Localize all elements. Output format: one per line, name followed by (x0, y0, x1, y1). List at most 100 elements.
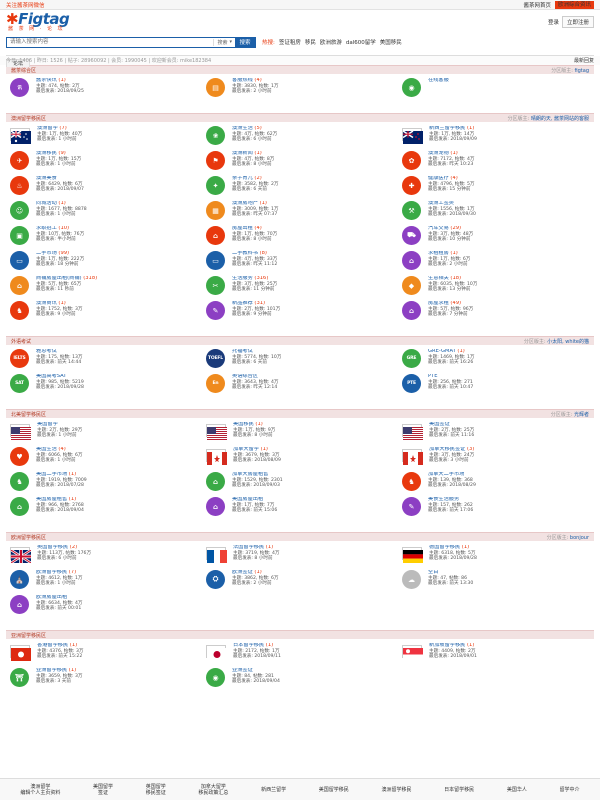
board-name[interactable]: 美食生活服务 (428, 497, 459, 502)
board-last-post[interactable]: 最后发表: 1 小时前 (36, 581, 83, 587)
forum-board[interactable]: ♨ 澳洲美食 主题: 6429, 帖数: 6万 最后发表: 2018/09/07 (6, 172, 202, 197)
footer-link[interactable]: 美国留学移民 (319, 787, 349, 793)
board-name[interactable]: 二手市场 (36, 251, 57, 256)
board-last-post[interactable]: 最后发表: 6 天前 (232, 187, 279, 193)
forum-board[interactable]: SAT 美国高考SAT 主题: 985, 帖数: 5219 最后发表: 2018/09… (6, 370, 202, 395)
board-last-post[interactable]: 最后发表: 11 分钟前 (232, 287, 277, 293)
board-last-post[interactable]: 最后发表: 2018/09/28 (429, 556, 477, 562)
board-last-post[interactable]: 最后发表: 3 天前 (36, 679, 83, 685)
board-last-post[interactable]: 最后发表: 8 小时前 (232, 162, 274, 168)
footer-link[interactable]: 留学中介 (560, 787, 580, 793)
board-name[interactable]: 法国留学移民 (233, 545, 264, 550)
board-last-post[interactable]: 最后发表: 前天 13:30 (428, 581, 473, 587)
board-last-post[interactable]: 最后发表: 2018/09/09 (429, 137, 477, 143)
board-name[interactable]: 美国签证 (429, 422, 450, 427)
board-last-post[interactable]: 最后发表: 2018/09/04 (36, 508, 84, 514)
forum-board[interactable]: ▭ 二手市场 (99) 主题: 1万, 帖数: 222万 最后发表: 18 分钟前 (6, 247, 202, 272)
footer-link[interactable]: 日本留学移民 (444, 787, 474, 793)
forum-board[interactable]: ⌂ 美国房屋出租 主题: 1万, 帖数: 7万 最后发表: 前天 15:06 (202, 493, 398, 518)
forum-board[interactable]: ◉ 在线客服 (398, 74, 594, 99)
board-name[interactable]: 求职招工 (36, 226, 57, 231)
hot-search-link[interactable]: 美国移民 (380, 38, 402, 46)
forum-board[interactable]: En 英语综合区 主题: 3643, 帖数: 4万 最后发表: 昨天 12:14 (202, 370, 398, 395)
forum-board[interactable]: ☁ 空白 主题: 47, 帖数: 86 最后发表: 前天 13:30 (398, 566, 594, 591)
board-name[interactable]: 新西兰留学移民 (429, 126, 465, 131)
board-name[interactable]: 澳洲留学 (37, 126, 58, 131)
search-button[interactable]: 搜索 (235, 36, 255, 48)
board-name[interactable]: 加拿大留学 (233, 447, 259, 452)
board-last-post[interactable]: 最后发表: 2 小时前 (428, 262, 470, 268)
board-name[interactable]: 亚洲留学移民 (36, 668, 67, 673)
forum-board[interactable]: ⛪ 欧洲留学移民 (7) 主题: 4612, 帖数: 1万 最后发表: 1 小时前 (6, 566, 202, 591)
forum-board[interactable]: 德国留学移民 (1) 主题: 6318, 帖数: 5万 最后发表: 2018/09/… (398, 541, 594, 566)
site-logo[interactable]: ✱Figtag 酱 茶 网 · 论 坛 (6, 12, 70, 32)
board-name[interactable]: 客服热线 (232, 78, 253, 83)
board-name[interactable]: 酱茶快讯 (36, 78, 57, 83)
forum-board[interactable]: ◉ 亚洲签证 主题: 84, 帖数: 281 最后发表: 2018/09/04 (202, 664, 398, 689)
forum-board[interactable]: ⌂ 商铺房屋出租(商铺) (318) 主题: 5万, 帖数: 65万 最后发表: 11… (6, 272, 202, 297)
board-last-post[interactable]: 最后发表: 1 小时前 (36, 458, 83, 464)
board-name[interactable]: 澳洲房地产 (232, 201, 258, 206)
search-type-select[interactable]: 搜索 ▾ (213, 38, 235, 46)
board-last-post[interactable]: 最后发表: 7 分钟前 (428, 312, 473, 318)
board-name[interactable]: 雅思考试 (36, 349, 57, 354)
board-last-post[interactable]: 最后发表: 8 小时前 (233, 433, 275, 439)
footer-link[interactable]: 澳洲留学 编辑个人主页资料 (20, 784, 60, 796)
section-header[interactable]: 欧洲留学移民区 分区版主: bonjour (6, 532, 594, 541)
board-name[interactable]: 商铺房屋出租(商铺) (36, 276, 82, 281)
footer-link[interactable]: 加拿大留学 移民政策汇总 (198, 784, 228, 796)
forum-board[interactable]: PTE PTE 主题: 256, 帖数: 271 最后发表: 前天 10:47 (398, 370, 594, 395)
moderator-link[interactable]: bonjour (570, 535, 589, 541)
board-name[interactable]: 新品推荐 (232, 301, 253, 306)
board-name[interactable]: 英国留学移民 (37, 545, 68, 550)
board-last-post[interactable]: 最后发表: 2018/09/07 (36, 187, 84, 193)
board-last-post[interactable]: 最后发表: 9 小时前 (36, 312, 83, 318)
forum-board[interactable]: 英国留学移民 (2) 主题: 113万, 帖数: 176万 最后发表: 6 小时前 (6, 541, 202, 566)
board-name[interactable]: PTE (428, 374, 438, 379)
forum-board[interactable]: 新加坡留学移民 (1) 主题: 4409, 帖数: 2万 最后发表: 2018/09… (398, 639, 594, 664)
board-last-post[interactable]: 最后发表: 昨天 07:37 (232, 212, 279, 218)
board-name[interactable]: 二手教科书 (232, 251, 258, 256)
section-header[interactable]: 北美留学移民区 分区版主: 光辉者 (6, 409, 594, 418)
forum-board[interactable]: 日本留学移民 (1) 主题: 2172, 帖数: 1万 最后发表: 2018/09/… (202, 639, 398, 664)
board-name[interactable]: 汽车交易 (428, 226, 449, 231)
board-last-post[interactable]: 最后发表: 1 小时前 (36, 162, 81, 168)
board-name[interactable]: 美国二手市场 (36, 472, 67, 477)
board-last-post[interactable]: 最后发表: 前天 15:06 (232, 508, 277, 514)
board-name[interactable]: 加拿大房屋租售 (232, 472, 268, 477)
board-last-post[interactable]: 最后发表: 前天 14:44 (36, 360, 83, 366)
board-last-post[interactable]: 最后发表: 6 小时前 (37, 556, 91, 562)
board-name[interactable]: 生活服务 (232, 276, 253, 281)
section-header[interactable]: 亚洲留学移民区 (6, 630, 594, 639)
board-last-post[interactable]: 最后发表: 18 分钟前 (36, 262, 84, 268)
forum-board[interactable]: ✿ 澳洲宠物 (1) 主题: 7172, 帖数: 4万 最后发表: 昨天 10:23 (398, 147, 594, 172)
board-last-post[interactable]: 最后发表: 2018/09/28 (36, 385, 84, 391)
forum-board[interactable]: ✚ 健康医疗 (4) 主题: 4796, 帖数: 5万 最后发表: 15 分钟前 (398, 172, 594, 197)
board-last-post[interactable]: 最后发表: 8 小时前 (233, 556, 280, 562)
board-last-post[interactable]: 最后发表: 昨天 12:14 (232, 385, 279, 391)
hot-search-link[interactable]: dal600留学 (346, 38, 376, 46)
forum-board[interactable]: 美国留学 主题: 2万, 帖数: 29万 最后发表: 1 小时前 (6, 418, 202, 443)
board-last-post[interactable]: 最后发表: 前天 15:22 (37, 654, 84, 660)
board-name[interactable]: 澳洲商讯 (36, 301, 57, 306)
forum-board[interactable]: ⌂ 房屋求租 (49) 主题: 5万, 帖数: 96万 最后发表: 7 分钟前 (398, 297, 594, 322)
board-last-post[interactable]: 最后发表: 11 秒前 (36, 287, 97, 293)
forum-board[interactable]: ⌂ 房屋出租 (4) 主题: 1万, 帖数: 70万 最后发表: 8 小时前 (202, 222, 398, 247)
forum-board[interactable]: ♞ 美国二手市场 (1) 主题: 1919, 帖数: 7009 最后发表: 2018/… (6, 468, 202, 493)
board-name[interactable]: 生意相关 (428, 276, 449, 281)
forum-board[interactable]: GRE GRE-GMAT (1) 主题: 1469, 帖数: 1万 最后发表: 前天 … (398, 345, 594, 370)
board-last-post[interactable]: 最后发表: 2018/09/30 (428, 212, 476, 218)
board-last-post[interactable]: 最后发表: 2018/08/09 (233, 458, 281, 464)
board-name[interactable]: 托福考试 (232, 349, 253, 354)
board-name[interactable]: 新加坡留学移民 (429, 643, 465, 648)
board-name[interactable]: 在线客服 (428, 78, 449, 83)
hot-search-link[interactable]: 签证租房 (279, 38, 301, 46)
forum-board[interactable]: ▤ 客服热线 (4) 主题: 3830, 帖数: 1万 最后发表: 2 小时前 (202, 74, 398, 99)
forum-board[interactable]: ⛭ 欧洲签证 (1) 主题: 3862, 帖数: 6万 最后发表: 2 小时前 (202, 566, 398, 591)
board-name[interactable]: GRE-GMAT (428, 349, 456, 354)
forum-board[interactable]: ◆ 生意相关 (18) 主题: 6035, 帖数: 10万 最后发表: 13 分钟前 (398, 272, 594, 297)
board-name[interactable]: 加拿大二手市场 (428, 472, 464, 477)
moderator-link[interactable]: 晴朗的天, 酱茶网站的客服 (531, 116, 589, 122)
forum-board[interactable]: ⌂ 求租租房 (1) 主题: 1万, 帖数: 6万 最后发表: 2 小时前 (398, 247, 594, 272)
board-name[interactable]: 澳洲美食 (36, 176, 57, 181)
